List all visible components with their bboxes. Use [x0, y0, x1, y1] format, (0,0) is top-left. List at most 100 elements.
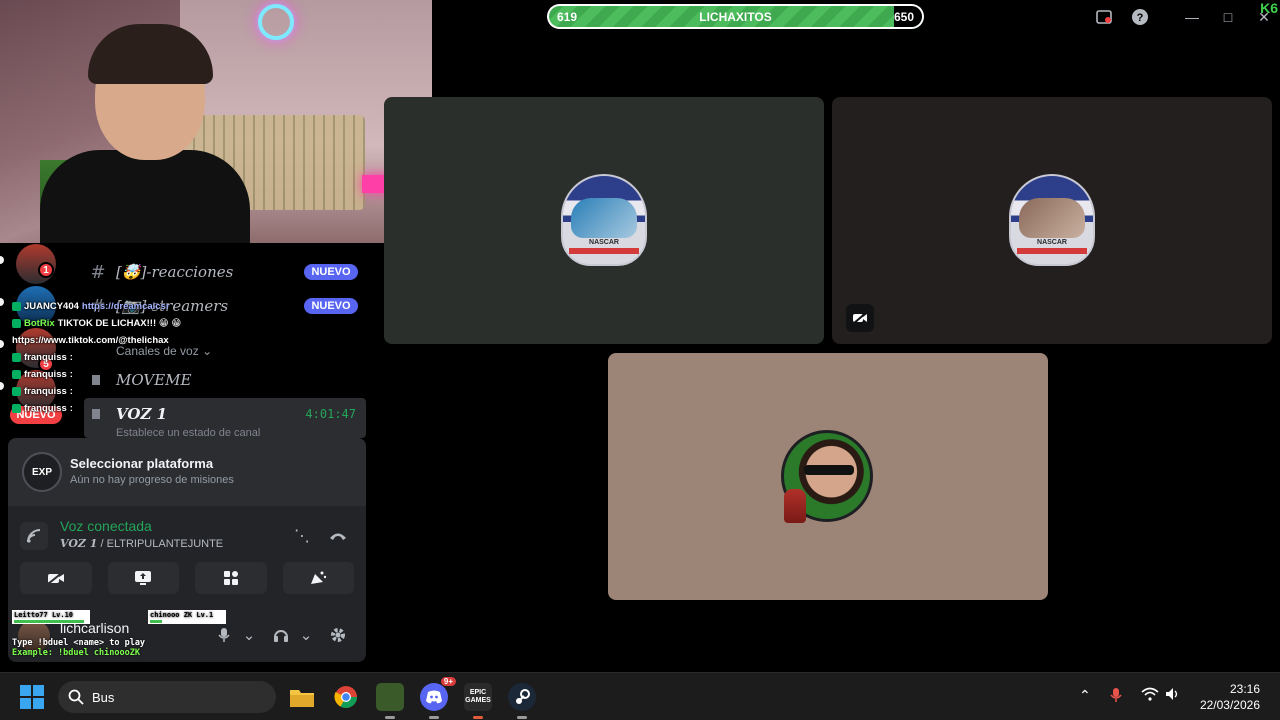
volume-icon[interactable]: [1165, 687, 1181, 704]
duel-overlay: Leitto77 Lv.10 chinooo ZK Lv.1 Type !bdu…: [12, 610, 232, 658]
clock-date: 22/03/2026: [1199, 698, 1260, 712]
epic-games-icon[interactable]: EPIC GAMES: [464, 683, 492, 719]
helmet-visor: [1019, 198, 1085, 238]
helmet-avatar: NASCAR: [561, 174, 647, 266]
chat-message: franquiss :: [12, 366, 212, 383]
chevron-down-icon[interactable]: ⌄: [295, 624, 317, 646]
epic-games-label: EPIC GAMES: [465, 689, 491, 704]
streamer-hair: [88, 24, 213, 84]
soundboard-button[interactable]: [282, 562, 354, 594]
minimize-icon[interactable]: —: [1181, 6, 1203, 28]
chat-message: BotRix TIKTOK DE LICHAX!!! 😁 😁: [12, 315, 212, 332]
camera-off-button[interactable]: [20, 562, 92, 594]
neon-light: [258, 4, 294, 40]
game-app-icon[interactable]: [376, 683, 404, 719]
voice-channel: VOZ 1: [60, 537, 98, 550]
mic-icon[interactable]: [1110, 687, 1122, 706]
file-explorer-icon[interactable]: [288, 683, 316, 711]
helmet-stripe: [569, 248, 639, 254]
steam-icon[interactable]: [508, 683, 536, 719]
goal-target: 650: [893, 10, 914, 24]
search-icon: [68, 689, 84, 705]
chat-user: franquiss: [24, 352, 67, 363]
participant-tile-2[interactable]: NASCAR: [832, 97, 1272, 344]
player2-name: chinooo ZK: [150, 611, 193, 619]
windows-taskbar: Bus 9+ EPIC GAMES ⌃ 23:16 22/03/2026: [0, 672, 1280, 720]
exp-logo-icon: EXP: [22, 452, 62, 492]
windows-start-icon[interactable]: [20, 685, 44, 709]
player1-name: Leitto77: [14, 611, 48, 619]
voice-timer: 4:01:47: [305, 407, 356, 421]
participant-avatar: [781, 430, 873, 523]
quest-platform-card[interactable]: EXP Seleccionar plataforma Aún no hay pr…: [8, 438, 366, 506]
chevron-down-icon[interactable]: ⌄: [238, 624, 260, 646]
chrome-icon[interactable]: [332, 683, 360, 711]
help-icon[interactable]: ?: [1129, 6, 1151, 28]
chat-text: https://www.tiktok.com/@thelichax: [12, 335, 169, 346]
chat-user: franquiss: [24, 403, 67, 414]
badge-icon: [12, 370, 21, 379]
discord-icon[interactable]: 9+: [420, 677, 456, 719]
stream-chat-overlay: JUANCY404 https://dreamcalcsr BotRix TIK…: [12, 298, 212, 417]
badge-icon: [12, 387, 21, 396]
helmet-stripe: [1017, 248, 1087, 254]
streamer: [40, 24, 250, 243]
chat-text: TIKTOK DE LICHAX!!! 😁 😁: [57, 318, 182, 329]
channel-reacciones[interactable]: # [🤯]-reacciones: [88, 259, 233, 285]
helmet-avatar: NASCAR: [1009, 174, 1095, 266]
camera-off-icon: [846, 304, 874, 332]
helmet-brand: NASCAR: [1037, 239, 1067, 246]
gear-icon[interactable]: [327, 624, 349, 646]
goal-progress-bar: 619 LICHAXITOS 650: [547, 4, 924, 29]
voice-connection-panel: Voz conectada VOZ 1 / ELTRIPULANTEJUNTE …: [8, 506, 366, 606]
badge-icon: [12, 319, 21, 328]
search-text: Bus: [92, 689, 115, 705]
voice-location[interactable]: VOZ 1 / ELTRIPULANTEJUNTE: [60, 537, 223, 550]
chat-user: BotRix: [24, 318, 55, 329]
chevron-up-icon[interactable]: ⌃: [1079, 687, 1091, 704]
player2-level: Lv.1: [196, 611, 214, 619]
chat-message: franquiss :: [12, 383, 212, 400]
chat-message: franquiss :: [12, 349, 212, 366]
signal-icon[interactable]: [20, 522, 48, 550]
participant-tile-1[interactable]: NASCAR: [384, 97, 824, 344]
avatar-figure: [784, 489, 806, 523]
goal-progress-fill: 619 LICHAXITOS 650: [549, 6, 922, 27]
taskbar-search[interactable]: Bus: [58, 681, 276, 713]
corner-badge: K6: [1260, 0, 1278, 16]
badge-icon: [12, 302, 21, 311]
platform-title: Seleccionar plataforma: [70, 456, 214, 471]
chat-text: :: [69, 369, 73, 380]
hashtag-icon: #: [90, 261, 106, 283]
chat-user: franquiss: [24, 386, 67, 397]
channel-name: [🤯]-reacciones: [116, 263, 234, 281]
voice-server: ELTRIPULANTEJUNTE: [106, 538, 224, 550]
duel-example: Example: !bduel chinoooZK: [12, 648, 140, 658]
player1-level: Lv.10: [51, 611, 74, 619]
badge-icon: [12, 353, 21, 362]
chat-message: franquiss :: [12, 400, 212, 417]
chat-text: :: [69, 386, 73, 397]
voice-state: Voz conectada: [60, 518, 152, 534]
guild-mention-count: 1: [38, 262, 54, 278]
screen-share-button[interactable]: [107, 562, 179, 594]
wifi-icon[interactable]: [1141, 687, 1159, 704]
player2-card: chinooo ZK Lv.1: [148, 610, 226, 624]
headphones-icon[interactable]: [270, 624, 292, 646]
noise-suppression-icon[interactable]: ⋱: [290, 524, 314, 548]
chat-user: JUANCY404: [24, 301, 79, 312]
chat-text: :: [69, 403, 73, 414]
chat-text: https://dreamcalcsr: [81, 301, 170, 312]
activities-button[interactable]: [195, 562, 267, 594]
chat-message: JUANCY404 https://dreamcalcsr: [12, 298, 212, 315]
inbox-icon[interactable]: [1093, 6, 1115, 28]
taskbar-clock[interactable]: 23:16 22/03/2026: [1200, 681, 1260, 713]
maximize-icon[interactable]: □: [1217, 6, 1239, 28]
new-badge: NUEVO: [304, 298, 358, 314]
discord-notification-badge: 9+: [440, 677, 456, 686]
helmet-brand: NASCAR: [589, 239, 619, 246]
hangup-icon[interactable]: [326, 524, 350, 548]
badge-icon: [12, 404, 21, 413]
chat-message: https://www.tiktok.com/@thelichax: [12, 332, 212, 349]
chat-user: franquiss: [24, 369, 67, 380]
